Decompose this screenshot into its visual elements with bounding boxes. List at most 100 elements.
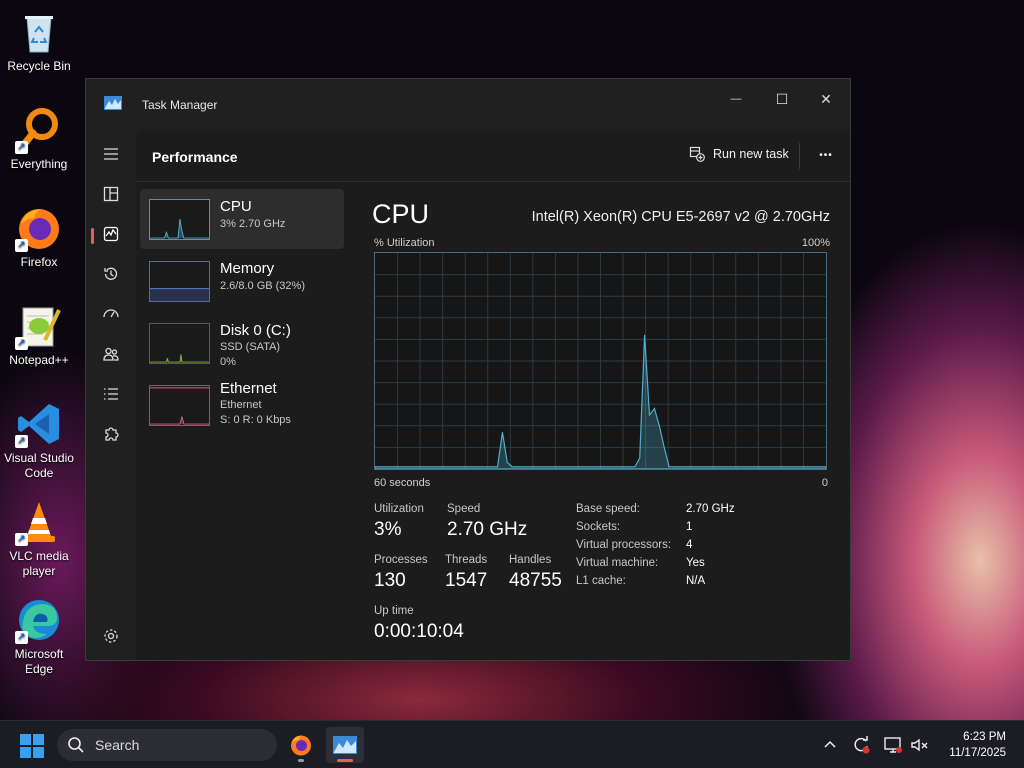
- taskbar-task-manager[interactable]: [326, 727, 364, 763]
- task-manager-window: Task Manager — ☐ ✕ Performance Run new t…: [85, 78, 851, 661]
- active-indicator: [337, 759, 353, 762]
- spec-value: 1: [686, 521, 693, 533]
- spec-key: Virtual machine:: [576, 557, 659, 569]
- taskbar-search-box[interactable]: Search: [57, 729, 277, 761]
- stat-label: Handles: [509, 554, 552, 566]
- resource-detail: Ethernet: [220, 399, 262, 411]
- desktop-icon-recycle-bin[interactable]: Recycle Bin: [4, 8, 74, 74]
- performance-chart-icon: [103, 226, 119, 242]
- detail-title: CPU: [372, 199, 430, 229]
- more-options-button[interactable]: •••: [814, 143, 838, 167]
- resource-detail: 0%: [220, 356, 236, 368]
- spec-value: N/A: [686, 575, 706, 587]
- stat-speed: Speed 2.70 GHz: [447, 503, 527, 541]
- tray-network-button[interactable]: [883, 735, 903, 755]
- desktop-icon-everything[interactable]: ↗ Everything: [4, 106, 74, 172]
- run-task-icon: [689, 146, 705, 162]
- stat-value: 48755: [509, 570, 562, 591]
- nav-users[interactable]: [97, 340, 125, 368]
- stat-value: 2.70 GHz: [447, 519, 528, 540]
- nav-services[interactable]: [97, 420, 125, 448]
- edge-icon: ↗: [15, 596, 63, 644]
- resource-list: CPU 3% 2.70 GHz Memory 2.6/8.0 GB (32%) …: [140, 189, 344, 437]
- hamburger-icon: [104, 148, 118, 160]
- nav-processes[interactable]: [97, 180, 125, 208]
- sync-update-icon: [854, 736, 870, 754]
- stat-label: Speed: [447, 503, 481, 515]
- time-zero-label: 0: [821, 477, 828, 489]
- show-hidden-icons-button[interactable]: [820, 735, 840, 755]
- search-placeholder: Search: [95, 737, 140, 753]
- run-new-task-button[interactable]: Run new task: [689, 146, 789, 162]
- desktop-icon-label: Recycle Bin: [7, 59, 71, 73]
- shortcut-arrow-icon: ↗: [15, 239, 28, 252]
- running-indicator: [298, 759, 304, 762]
- tray-update-icon-button[interactable]: [851, 735, 871, 755]
- vscode-icon: ↗: [15, 400, 63, 448]
- desktop-icon-label: Microsoft Edge: [14, 647, 64, 676]
- resource-item-memory[interactable]: Memory 2.6/8.0 GB (32%): [140, 251, 344, 311]
- taskbar-clock[interactable]: 6:23 PM 11/17/2025: [949, 729, 1006, 761]
- title-bar[interactable]: Task Manager — ☐ ✕: [86, 79, 850, 129]
- stat-value: 3%: [374, 519, 402, 540]
- users-icon: [103, 347, 119, 361]
- nav-startup-apps[interactable]: [97, 300, 125, 328]
- resource-detail: S: 0 R: 0 Kbps: [220, 414, 291, 426]
- desktop-icon-firefox[interactable]: ↗ Firefox: [4, 204, 74, 270]
- startup-gauge-icon: [103, 309, 119, 318]
- nav-performance[interactable]: [97, 220, 125, 248]
- graph-grid: [375, 253, 826, 469]
- resource-name: Disk 0 (C:): [220, 322, 291, 339]
- stat-processes: Processes 130: [374, 554, 428, 592]
- run-new-task-label: Run new task: [713, 147, 789, 161]
- shortcut-arrow-icon: ↗: [15, 533, 28, 546]
- nav-app-history[interactable]: [97, 260, 125, 288]
- nav-settings[interactable]: [97, 622, 125, 650]
- spec-key: Sockets:: [576, 521, 621, 533]
- resource-item-ethernet[interactable]: Ethernet Ethernet S: 0 R: 0 Kbps: [140, 375, 344, 435]
- nav-details[interactable]: [97, 380, 125, 408]
- active-nav-indicator: [91, 228, 94, 244]
- maximize-button[interactable]: ☐: [762, 85, 802, 113]
- firefox-icon: ↗: [15, 204, 63, 252]
- spec-key: L1 cache:: [576, 575, 626, 587]
- chevron-up-icon: [824, 740, 836, 748]
- utilization-max-label: 100%: [801, 237, 830, 249]
- disk-thumbnail-graph: [149, 323, 210, 364]
- stat-label: Threads: [445, 554, 488, 566]
- page-title: Performance: [152, 149, 238, 165]
- stat-label: Up time: [374, 605, 414, 617]
- stat-label: Processes: [374, 554, 428, 566]
- resource-name: Ethernet: [220, 380, 277, 397]
- taskbar-firefox[interactable]: [282, 727, 320, 763]
- resource-item-cpu[interactable]: CPU 3% 2.70 GHz: [140, 189, 344, 249]
- desktop-icon-vlc[interactable]: ↗ VLC media player: [4, 498, 74, 579]
- processes-grid-icon: [103, 186, 119, 202]
- stat-value: 130: [374, 570, 406, 591]
- spec-key: Virtual processors:: [576, 539, 672, 551]
- resource-detail: 3% 2.70 GHz: [220, 218, 286, 230]
- minimize-icon: —: [730, 93, 742, 105]
- history-clock-icon: [104, 267, 118, 280]
- details-list-icon: [104, 388, 118, 400]
- close-button[interactable]: ✕: [806, 85, 846, 113]
- hamburger-menu-button[interactable]: [97, 140, 125, 168]
- tray-volume-button[interactable]: [909, 735, 929, 755]
- shortcut-arrow-icon: ↗: [15, 141, 28, 154]
- desktop-icon-edge[interactable]: ↗ Microsoft Edge: [4, 596, 74, 677]
- notepadpp-icon: ↗: [15, 302, 63, 350]
- desktop-icon-label: VLC media player: [9, 549, 69, 578]
- navigation-rail: [86, 129, 136, 660]
- resource-item-disk[interactable]: Disk 0 (C:) SSD (SATA) 0%: [140, 313, 344, 373]
- resource-name: CPU: [220, 198, 252, 215]
- desktop-icon-vscode[interactable]: ↗ Visual Studio Code: [4, 400, 74, 481]
- stat-uptime: Up time 0:00:10:04: [374, 605, 464, 643]
- windows-start-icon[interactable]: [20, 734, 44, 758]
- desktop-icon-label: Notepad++: [9, 353, 69, 367]
- memory-thumbnail-graph: [149, 261, 210, 302]
- more-dots-icon: •••: [819, 149, 833, 161]
- services-puzzle-icon: [105, 427, 119, 441]
- minimize-button[interactable]: —: [716, 85, 756, 113]
- network-monitor-icon: [884, 737, 902, 753]
- desktop-icon-notepadpp[interactable]: ↗ Notepad++: [4, 302, 74, 368]
